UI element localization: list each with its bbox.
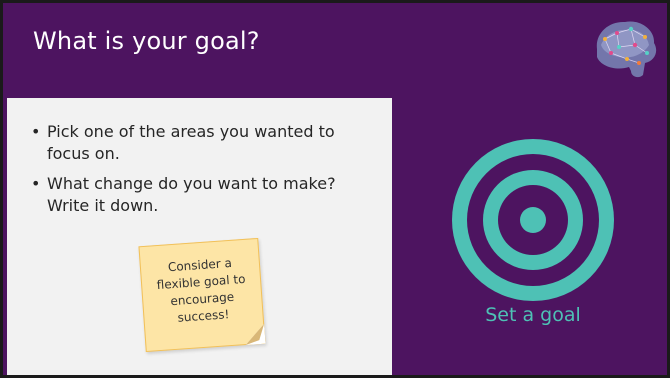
slide-title: What is your goal? — [33, 27, 260, 55]
page-curl-icon — [245, 323, 266, 346]
bullet-text: What change do you want to make? Write i… — [47, 174, 336, 215]
brain-network-icon — [596, 21, 657, 78]
target-caption: Set a goal — [485, 304, 581, 326]
title-bar: What is your goal? — [3, 3, 667, 96]
target-icon — [452, 139, 614, 301]
sticky-note: Consider a flexible goal to encourage su… — [138, 237, 266, 353]
bullet-item: • Pick one of the areas you wanted to fo… — [29, 121, 379, 165]
bullet-text: Pick one of the areas you wanted to focu… — [47, 122, 335, 163]
content-panel: • Pick one of the areas you wanted to fo… — [7, 98, 392, 375]
sticky-note-text: Consider a flexible goal to encourage su… — [156, 255, 246, 325]
bullet-list: • Pick one of the areas you wanted to fo… — [29, 121, 379, 225]
bullet-dot: • — [31, 174, 41, 193]
bullet-dot: • — [31, 122, 41, 141]
bullet-item: • What change do you want to make? Write… — [29, 173, 379, 217]
slide: What is your goal? • Pick one of the are… — [0, 0, 670, 378]
